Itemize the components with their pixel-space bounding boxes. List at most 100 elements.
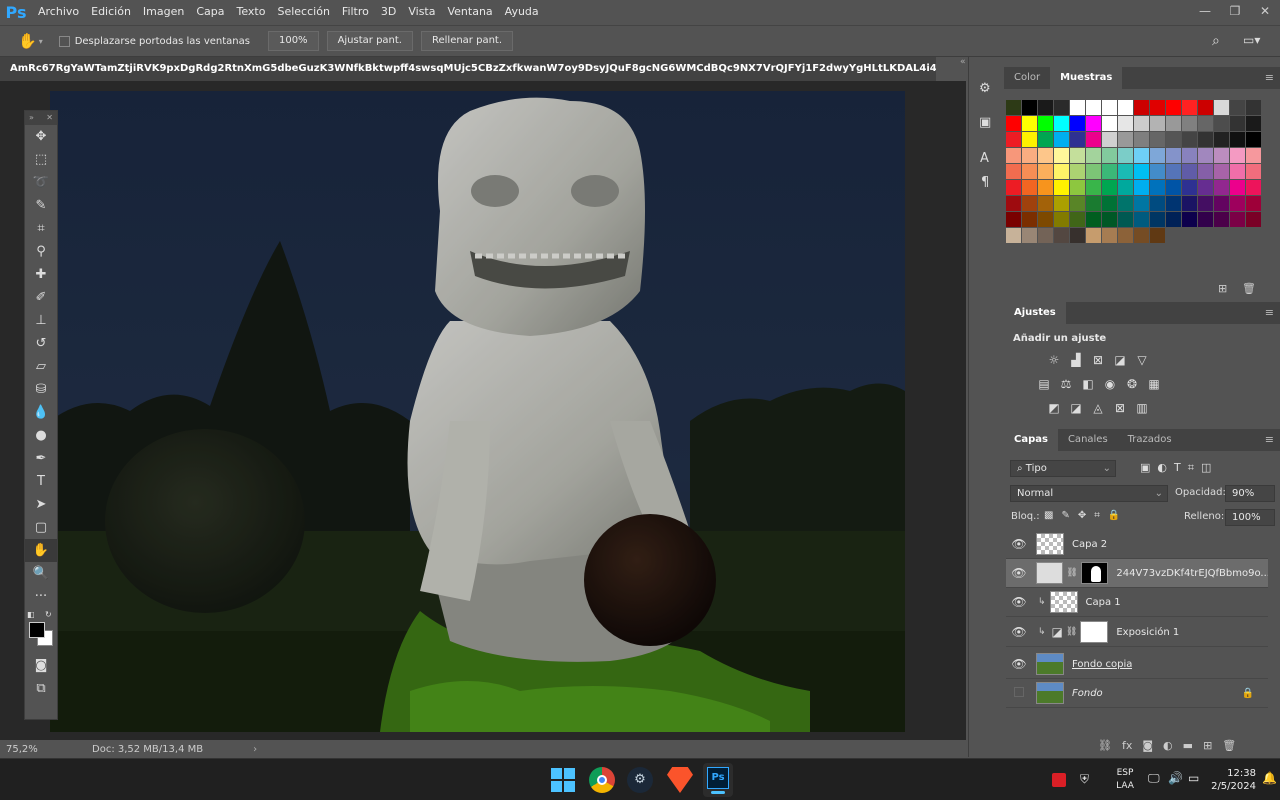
filter-pixel-icon[interactable]: ▣ [1140,461,1150,475]
notification-bell-icon[interactable]: 🔔 [1262,771,1277,785]
paint-bucket-tool-icon[interactable]: ⛁ [25,378,57,401]
color-swatch[interactable] [1182,212,1197,227]
color-swatch[interactable] [1022,132,1037,147]
color-swatch[interactable] [1118,228,1133,243]
color-swatch[interactable] [1198,164,1213,179]
color-swatch[interactable] [1054,228,1069,243]
color-swatch[interactable] [1246,148,1261,163]
restore-icon[interactable]: ❐ [1220,0,1250,24]
color-swatch[interactable] [1086,196,1101,211]
color-swatch[interactable] [1070,164,1085,179]
color-swatch[interactable] [1118,164,1133,179]
color-swatch[interactable] [1102,164,1117,179]
fx-icon[interactable]: fx [1122,739,1132,752]
color-swatch[interactable] [1054,196,1069,211]
levels-icon[interactable]: ▟ [1068,352,1084,368]
menu-ayuda[interactable]: Ayuda [499,0,545,24]
screen-mode-icon[interactable]: ⧉ [25,677,57,700]
new-group-icon[interactable]: ▬ [1183,739,1193,752]
toolbar-header[interactable]: » ✕ [25,111,57,125]
color-swatch[interactable] [1214,180,1229,195]
color-swatch[interactable] [1182,180,1197,195]
zoom-level[interactable]: 75,2% [6,744,66,755]
color-swatch[interactable] [1246,132,1261,147]
color-swatch[interactable] [1006,148,1021,163]
color-swatch[interactable] [1086,148,1101,163]
quick-select-tool-icon[interactable]: ✎ [25,194,57,217]
panel-collapse-icon[interactable]: « [960,57,966,67]
color-swatch[interactable] [1054,164,1069,179]
tab-ajustes[interactable]: Ajustes [1004,302,1066,324]
color-swatch[interactable] [1246,196,1261,211]
color-swatch[interactable] [1022,228,1037,243]
color-swatch[interactable] [1070,196,1085,211]
color-swatch[interactable] [1182,132,1197,147]
color-swatch[interactable] [1022,180,1037,195]
color-swatch[interactable] [1038,212,1053,227]
layer-row[interactable]: 👁 Fondo copia [1006,650,1268,679]
workspace-icon[interactable]: ▭▾ [1243,33,1260,47]
layer-row[interactable]: 👁 ↳ Capa 1 [1006,588,1268,617]
layer-name[interactable]: Fondo copia [1072,659,1132,670]
color-swatch[interactable] [1070,180,1085,195]
color-swatch[interactable] [1230,164,1245,179]
quick-mask-icon[interactable]: ◙ [25,654,57,677]
color-swatch[interactable] [1054,132,1069,147]
color-swatch[interactable] [1038,116,1053,131]
link-layers-icon[interactable]: ⛓ [1098,739,1112,752]
color-swatch[interactable] [1006,228,1021,243]
color-swatch[interactable] [1118,212,1133,227]
layer-name[interactable]: Fondo [1072,688,1103,699]
tray-app-icon[interactable]: ⛨ [1080,772,1089,787]
hue-saturation-icon[interactable]: ▤ [1036,376,1052,392]
visibility-eye-icon[interactable]: 👁 [1006,537,1032,551]
color-swatch[interactable] [1134,228,1149,243]
color-swatch[interactable] [1230,180,1245,195]
color-swatch[interactable] [1118,180,1133,195]
color-swatch[interactable] [1006,196,1021,211]
color-swatch[interactable] [1150,116,1165,131]
layer-row-selected[interactable]: 👁 ⛓ 244V73vzDKf4trEJQfBbmo9o... [1006,559,1268,588]
color-swatch[interactable] [1038,100,1053,115]
color-swatch[interactable] [1006,116,1021,131]
color-swatch[interactable] [1198,116,1213,131]
color-swatch[interactable] [1166,116,1181,131]
color-swatch[interactable] [1006,180,1021,195]
menu-seleccion[interactable]: Selección [271,0,335,24]
new-swatch-icon[interactable]: ⊞ [1218,282,1227,295]
color-swatch[interactable] [1102,132,1117,147]
menu-filtro[interactable]: Filtro [336,0,375,24]
color-swatch[interactable] [1134,132,1149,147]
healing-brush-tool-icon[interactable]: ✚ [25,263,57,286]
color-swatch[interactable] [1038,148,1053,163]
fit-screen-button[interactable]: Ajustar pant. [326,31,413,51]
gradient-fill-icon[interactable]: ▥ [1134,400,1150,416]
history-brush-tool-icon[interactable]: ↺ [25,332,57,355]
posterize-icon[interactable]: ◪ [1068,400,1084,416]
search-icon[interactable]: ⌕ [1212,33,1220,49]
status-arrow-icon[interactable]: › [253,744,257,755]
filter-smart-icon[interactable]: ◫ [1201,461,1211,475]
color-swatch[interactable] [1214,132,1229,147]
color-swatch[interactable] [1230,212,1245,227]
color-swatch[interactable] [1134,196,1149,211]
move-tool-icon[interactable]: ✥ [25,125,57,148]
invert-icon[interactable]: ◩ [1046,400,1062,416]
new-adjustment-icon[interactable]: ◐ [1163,739,1173,752]
eraser-tool-icon[interactable]: ▱ [25,355,57,378]
color-lookup-icon[interactable]: ▦ [1146,376,1162,392]
color-swatch[interactable] [1230,132,1245,147]
color-swatch[interactable] [1086,116,1101,131]
color-swatch[interactable] [1214,212,1229,227]
color-swatch[interactable] [1166,212,1181,227]
color-swatch[interactable] [1246,212,1261,227]
layer-filter-select[interactable]: ⌕ Tipo ⌄ [1010,460,1116,477]
color-swatch[interactable] [1118,148,1133,163]
lock-transparent-icon[interactable]: ▩ [1044,510,1053,521]
clock[interactable]: 12:38 2/5/2024 [1204,767,1256,793]
color-swatch[interactable] [1246,180,1261,195]
color-swatch[interactable] [1102,196,1117,211]
lasso-tool-icon[interactable]: ➰ [25,171,57,194]
layer-row[interactable]: Fondo 🔒 [1006,679,1268,708]
color-swatch[interactable] [1150,148,1165,163]
